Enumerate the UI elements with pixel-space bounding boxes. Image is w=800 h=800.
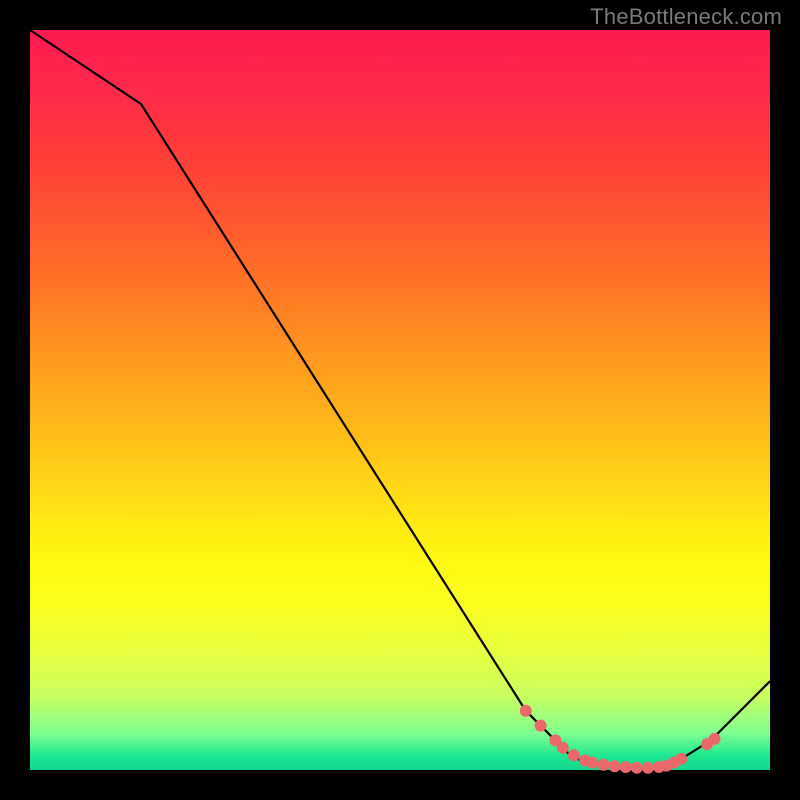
- watermark-text: TheBottleneck.com: [590, 4, 782, 30]
- chart-marker: [642, 762, 654, 774]
- chart-svg: [30, 30, 770, 770]
- chart-marker: [586, 757, 598, 769]
- chart-marker: [675, 753, 687, 765]
- plot-area: [30, 30, 770, 770]
- chart-marker: [609, 760, 621, 772]
- chart-markers: [520, 705, 721, 774]
- chart-frame: TheBottleneck.com: [0, 0, 800, 800]
- chart-marker: [598, 759, 610, 771]
- chart-marker: [709, 733, 721, 745]
- chart-marker: [620, 761, 632, 773]
- chart-line: [30, 30, 770, 768]
- chart-marker: [568, 749, 580, 761]
- chart-marker: [535, 720, 547, 732]
- chart-marker: [631, 762, 643, 774]
- chart-marker: [557, 742, 569, 754]
- chart-marker: [520, 705, 532, 717]
